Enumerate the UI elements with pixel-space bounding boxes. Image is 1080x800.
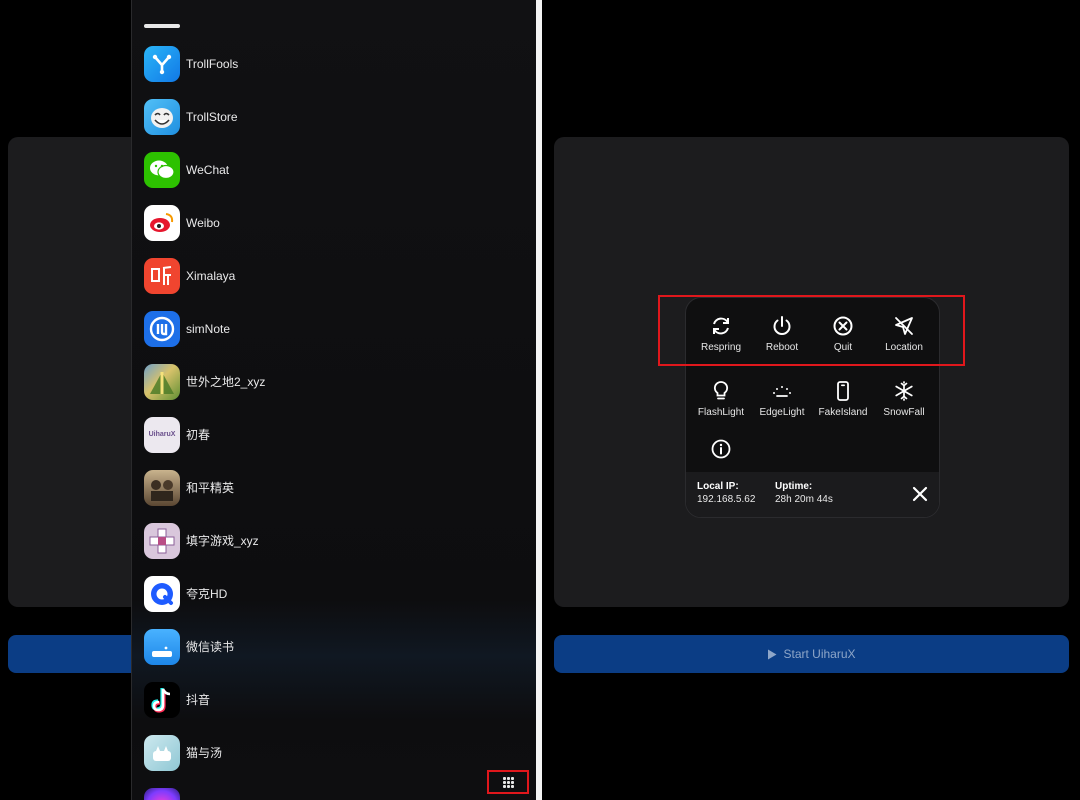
start-button-label: Start UiharuX — [783, 647, 856, 661]
flashlight-button[interactable]: FlashLight — [690, 380, 752, 430]
app-name: 抖音 — [186, 693, 211, 707]
info-button[interactable] — [690, 438, 752, 464]
app-row-ximalaya[interactable]: Ximalaya — [144, 249, 235, 302]
app-name: simNote — [186, 321, 231, 336]
phone-icon — [837, 381, 849, 401]
flashlight-icon — [713, 381, 729, 400]
local-ip-label: Local IP: — [697, 481, 739, 492]
start-button[interactable]: Start UiharuX — [554, 635, 1069, 673]
weibo-icon — [144, 204, 180, 241]
quark-icon — [144, 575, 180, 612]
app-row-crossword[interactable]: 填字游戏_xyz — [144, 514, 259, 567]
status-footer: Local IP: 192.168.5.62 Uptime: 28h 20m 4… — [686, 472, 939, 517]
app-name: 世外之地2_xyz — [186, 375, 266, 389]
action-label: SnowFall — [883, 407, 925, 418]
wechat-icon — [144, 151, 180, 188]
app-name: 和平精英 — [186, 481, 235, 495]
app-row-pubg[interactable]: 和平精英 — [144, 461, 234, 514]
app-row-trollfools[interactable]: TrollFools — [144, 37, 238, 90]
right-pane: Start UiharuX Respring Reboot Quit Locat… — [542, 0, 1080, 800]
action-label: FakeIsland — [818, 407, 868, 418]
cat-soup-icon — [144, 734, 180, 771]
app-list-panel[interactable]: TrollFools TrollStore WeChat Weibo Ximal — [131, 0, 536, 800]
action-label: EdgeLight — [759, 407, 805, 418]
app-row-wechat-read[interactable]: 微信读书 — [144, 620, 234, 673]
game-icon — [144, 363, 180, 400]
app-name: TrollFools — [186, 56, 239, 71]
snowflake-icon — [895, 381, 913, 401]
ximalaya-icon — [144, 257, 180, 294]
app-row-partial[interactable] — [144, 779, 186, 800]
grid-toggle-button[interactable] — [487, 770, 529, 794]
app-name: 填字游戏_xyz — [186, 534, 259, 548]
app-row-cat-soup[interactable]: 猫与汤 — [144, 726, 222, 779]
app-row-trollstore[interactable]: TrollStore — [144, 90, 238, 143]
trollfools-icon — [144, 45, 180, 82]
app-name: Weibo — [186, 215, 220, 230]
pubg-icon — [144, 469, 180, 506]
highlight-box — [658, 295, 965, 366]
app-name: 猫与汤 — [186, 746, 223, 760]
snowfall-button[interactable]: SnowFall — [873, 380, 935, 430]
edgelight-button[interactable]: EdgeLight — [751, 380, 813, 430]
grid-icon — [502, 776, 514, 788]
app-row-weibo[interactable]: Weibo — [144, 196, 220, 249]
action-label: FlashLight — [697, 407, 745, 418]
uptime-label: Uptime: — [775, 481, 813, 492]
play-icon — [768, 649, 777, 659]
app-row-game[interactable]: 世外之地2_xyz — [144, 355, 265, 408]
app-name: 微信读书 — [186, 640, 235, 654]
crossword-icon — [144, 522, 180, 559]
app-row-wechat[interactable]: WeChat — [144, 143, 229, 196]
app-name: WeChat — [186, 162, 230, 177]
edgelight-icon — [773, 386, 791, 397]
app-name: 夸克HD — [186, 587, 228, 601]
simnote-icon — [144, 310, 180, 347]
partial-app-icon — [144, 0, 180, 28]
app-row-douyin[interactable]: 抖音 — [144, 673, 210, 726]
app-row-quark[interactable]: 夸克HD — [144, 567, 227, 620]
uiharux-icon: UiharuX — [144, 416, 180, 453]
douyin-icon — [144, 681, 180, 718]
app-row-simnote[interactable]: simNote — [144, 302, 230, 355]
fakeisland-button[interactable]: FakeIsland — [812, 380, 874, 430]
left-pane: TrollFools TrollStore WeChat Weibo Ximal — [0, 0, 536, 800]
info-icon — [711, 439, 731, 459]
trollstore-icon — [144, 98, 180, 135]
app-name: Ximalaya — [186, 268, 236, 283]
app-name: 初春 — [186, 428, 211, 442]
partial-app-icon — [144, 787, 180, 800]
uptime-value: 28h 20m 44s — [775, 494, 833, 505]
app-name: TrollStore — [186, 109, 238, 124]
local-ip-value: 192.168.5.62 — [697, 494, 756, 505]
app-row-uiharux[interactable]: UiharuX 初春 — [144, 408, 210, 461]
wechat-read-icon — [144, 628, 180, 665]
close-icon[interactable] — [911, 485, 929, 503]
